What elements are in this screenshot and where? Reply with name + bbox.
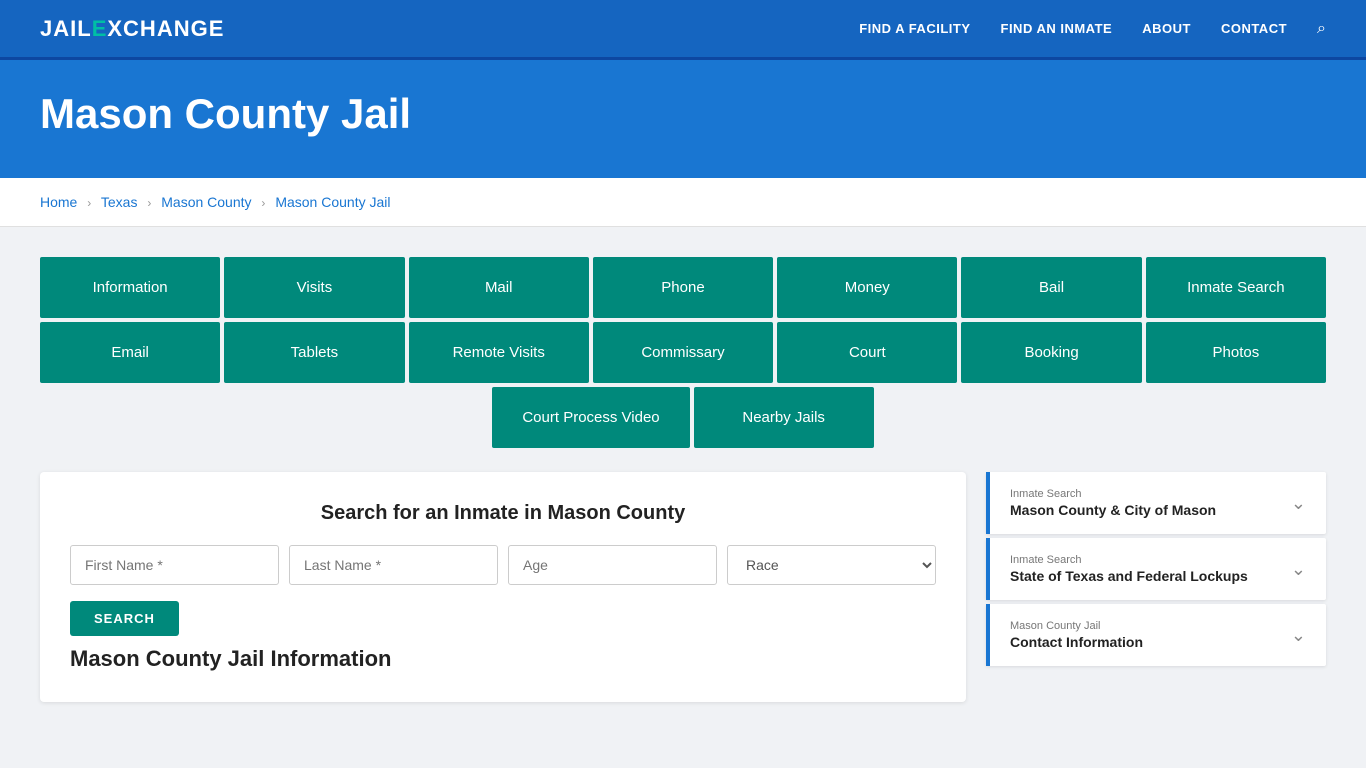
sidebar-card-inmate-search-texas: Inmate Search State of Texas and Federal…: [986, 538, 1326, 600]
chevron-down-icon-mason: ⌄: [1291, 493, 1306, 514]
breadcrumb-home[interactable]: Home: [40, 194, 77, 210]
content-area: Search for an Inmate in Mason County Rac…: [40, 472, 1326, 702]
btn-nearby-jails[interactable]: Nearby Jails: [694, 387, 874, 448]
breadcrumb-mason-county-jail[interactable]: Mason County Jail: [275, 194, 390, 210]
btn-inmate-search[interactable]: Inmate Search: [1146, 257, 1326, 318]
sidebar-card-title-texas: State of Texas and Federal Lockups: [1010, 568, 1248, 584]
hero-section: Mason County Jail: [0, 60, 1366, 178]
info-section-title: Mason County Jail Information: [70, 646, 936, 672]
nav-button-row-3: Court Process Video Nearby Jails: [40, 387, 1326, 448]
search-icon[interactable]: ⌕: [1317, 20, 1326, 38]
main-content: Information Visits Mail Phone Money Bail…: [0, 227, 1366, 732]
left-panel: Search for an Inmate in Mason County Rac…: [40, 472, 966, 702]
sidebar-card-contact-info: Mason County Jail Contact Information ⌄: [986, 604, 1326, 666]
sidebar-card-inmate-search-mason: Inmate Search Mason County & City of Mas…: [986, 472, 1326, 534]
btn-bail[interactable]: Bail: [961, 257, 1141, 318]
site-logo[interactable]: JAILEXCHANGE: [40, 16, 224, 42]
btn-mail[interactable]: Mail: [409, 257, 589, 318]
header: JAILEXCHANGE FIND A FACILITY FIND AN INM…: [0, 0, 1366, 60]
sidebar-card-header-contact[interactable]: Mason County Jail Contact Information ⌄: [986, 604, 1326, 666]
logo-x: E: [92, 16, 108, 42]
nav-find-facility[interactable]: FIND A FACILITY: [859, 21, 970, 36]
sidebar-card-header-mason[interactable]: Inmate Search Mason County & City of Mas…: [986, 472, 1326, 534]
race-select[interactable]: Race White Black Hispanic Asian Other: [727, 545, 936, 585]
nav-about[interactable]: ABOUT: [1142, 21, 1191, 36]
sidebar-card-title-mason: Mason County & City of Mason: [1010, 502, 1216, 518]
btn-booking[interactable]: Booking: [961, 322, 1141, 383]
btn-photos[interactable]: Photos: [1146, 322, 1326, 383]
right-panel: Inmate Search Mason County & City of Mas…: [986, 472, 1326, 702]
nav-contact[interactable]: CONTACT: [1221, 21, 1287, 36]
breadcrumb-texas[interactable]: Texas: [101, 194, 138, 210]
logo-xchange: XCHANGE: [107, 16, 224, 42]
page-title: Mason County Jail: [40, 90, 1326, 138]
breadcrumb-sep-3: ›: [261, 196, 265, 210]
btn-visits[interactable]: Visits: [224, 257, 404, 318]
btn-court[interactable]: Court: [777, 322, 957, 383]
btn-information[interactable]: Information: [40, 257, 220, 318]
breadcrumb-sep-2: ›: [147, 196, 151, 210]
sidebar-card-label-texas: Inmate Search: [1010, 554, 1248, 566]
nav-button-row-1: Information Visits Mail Phone Money Bail…: [40, 257, 1326, 318]
btn-email[interactable]: Email: [40, 322, 220, 383]
sidebar-card-header-texas[interactable]: Inmate Search State of Texas and Federal…: [986, 538, 1326, 600]
last-name-input[interactable]: [289, 545, 498, 585]
age-input[interactable]: [508, 545, 717, 585]
nav-find-inmate[interactable]: FIND AN INMATE: [1001, 21, 1113, 36]
btn-remote-visits[interactable]: Remote Visits: [409, 322, 589, 383]
btn-commissary[interactable]: Commissary: [593, 322, 773, 383]
search-button[interactable]: SEARCH: [70, 601, 179, 636]
btn-phone[interactable]: Phone: [593, 257, 773, 318]
main-nav: FIND A FACILITY FIND AN INMATE ABOUT CON…: [859, 20, 1326, 38]
btn-court-process-video[interactable]: Court Process Video: [492, 387, 689, 448]
first-name-input[interactable]: [70, 545, 279, 585]
sidebar-card-title-contact: Contact Information: [1010, 634, 1143, 650]
inmate-search-form: Race White Black Hispanic Asian Other: [70, 545, 936, 585]
chevron-down-icon-contact: ⌄: [1291, 625, 1306, 646]
sidebar-card-label-mason: Inmate Search: [1010, 488, 1216, 500]
search-section-title: Search for an Inmate in Mason County: [70, 502, 936, 525]
breadcrumb: Home › Texas › Mason County › Mason Coun…: [0, 178, 1366, 227]
btn-tablets[interactable]: Tablets: [224, 322, 404, 383]
btn-money[interactable]: Money: [777, 257, 957, 318]
chevron-down-icon-texas: ⌄: [1291, 559, 1306, 580]
sidebar-card-label-contact: Mason County Jail: [1010, 620, 1143, 632]
logo-jail: JAIL: [40, 16, 92, 42]
breadcrumb-sep-1: ›: [87, 196, 91, 210]
breadcrumb-mason-county[interactable]: Mason County: [161, 194, 251, 210]
nav-button-row-2: Email Tablets Remote Visits Commissary C…: [40, 322, 1326, 383]
